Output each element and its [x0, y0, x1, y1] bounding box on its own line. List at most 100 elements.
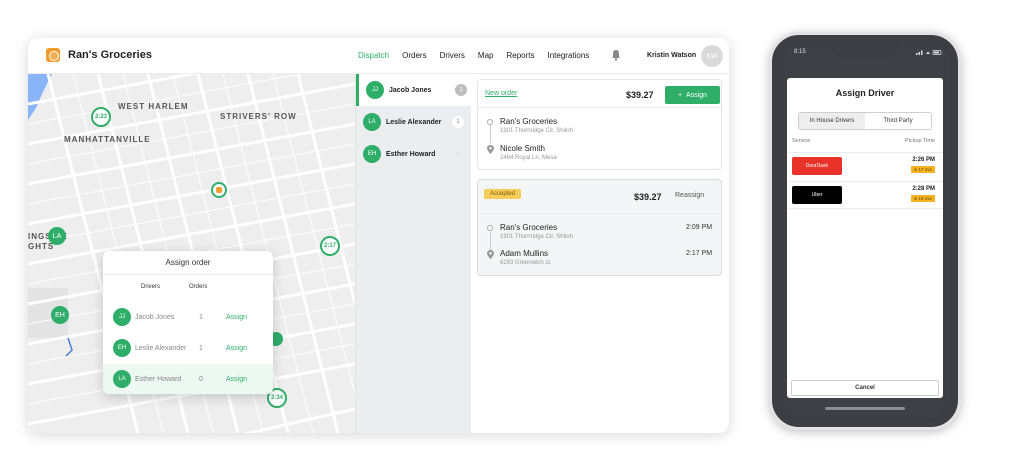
new-order-link[interactable]: New order [485, 90, 517, 97]
phone-screen: 8:15 Assign Driver In House Drivers Thir… [780, 43, 950, 419]
order-count-badge: 1 [456, 151, 460, 157]
home-indicator [825, 407, 905, 410]
driver-order-count: 1 [199, 313, 203, 321]
map-label-ghts: GHTS [28, 242, 55, 251]
map-label-strivers-row: STRIVERS' ROW [220, 112, 297, 121]
assign-driver-row-selected: LA Esther Howard 0 Assign [103, 364, 273, 394]
driver-avatar: LA [363, 113, 381, 131]
phone-notch [832, 43, 898, 57]
nav-map[interactable]: Map [478, 51, 494, 60]
assign-link[interactable]: Assign [226, 314, 247, 321]
orders-panel: New order $39.27 + Assign Ran's Grocerie… [471, 74, 729, 433]
service-row[interactable]: DoorDash 2:26 PM in 17 min [787, 152, 943, 180]
bell-icon[interactable] [611, 49, 621, 61]
assign-driver-modal: Assign Driver In House Drivers Third Par… [787, 78, 943, 398]
map-label-west-harlem: WEST HARLEM [118, 102, 189, 111]
order-card-header: Accepted $39.27 Reassign [478, 180, 721, 214]
location-pin-icon [487, 250, 494, 259]
driver-type-toggle: In House Drivers Third Party [798, 112, 932, 130]
dropoff-stop: Nicole Smith 2464 Royal Ln. Mesa [478, 143, 723, 169]
assign-order-popup: Assign order Drivers Orders JJ Jacob Jon… [103, 251, 273, 394]
service-eta-badge: in 17 min [910, 166, 935, 173]
map-driver-pin[interactable]: LA [48, 227, 66, 245]
dropoff-name: Adam Mullins [500, 249, 549, 258]
location-pin-icon [487, 145, 494, 154]
col-orders: Orders [189, 284, 208, 290]
signal-battery-icon [916, 50, 942, 55]
map-eta-pin[interactable]: 2:17 [320, 236, 340, 256]
dropoff-time: 2:17 PM [686, 250, 713, 257]
service-eta-badge: in 19 min [910, 195, 935, 202]
dropoff-address: 6293 Greenwich st. [500, 260, 552, 266]
map-label-manhattanville: MANHATTANVILLE [64, 135, 151, 144]
dropoff-stop: Adam Mullins 6293 Greenwich st. 2:17 PM [478, 248, 723, 274]
pickup-stop: Ran's Groceries 1901 Thornridge Cir. Shi… [478, 116, 723, 142]
grocery-logo-icon [46, 48, 60, 62]
nav-dispatch[interactable]: Dispatch [358, 51, 389, 60]
order-count-badge: 1 [455, 84, 467, 96]
dropoff-address: 2464 Royal Ln. Mesa [500, 155, 557, 161]
driver-list-item[interactable]: LA Leslie Alexander 1 [356, 106, 472, 138]
nav-drivers[interactable]: Drivers [440, 51, 465, 60]
nav-reports[interactable]: Reports [506, 51, 534, 60]
order-price: $39.27 [634, 192, 662, 202]
nav-orders[interactable]: Orders [402, 51, 426, 60]
map-driver-pin[interactable]: EH [51, 306, 69, 324]
driver-name: Leslie Alexander [135, 344, 187, 352]
brand-name: Ran's Groceries [68, 49, 152, 61]
plus-icon: + [677, 91, 683, 99]
dropoff-name: Nicole Smith [500, 144, 545, 153]
service-row[interactable]: Uber 2:28 PM in 19 min [787, 181, 943, 209]
map-view[interactable]: WEST HARLEM STRIVERS' ROW MANHATTANVILLE… [28, 74, 355, 433]
status-badge: Accepted [484, 189, 522, 199]
assign-button[interactable]: + Assign [665, 86, 720, 104]
brand[interactable]: Ran's Groceries [46, 48, 152, 62]
assign-button-label: Assign [686, 91, 708, 99]
driver-list-item[interactable]: EH Esther Howard 1 [356, 138, 472, 170]
store-location-pin[interactable] [211, 182, 227, 198]
service-pickup-time: 2:28 PM [912, 186, 935, 192]
col-service: Service [792, 138, 811, 144]
order-price: $39.27 [626, 90, 654, 100]
driver-name: Esther Howard [386, 150, 436, 158]
pickup-time: 2:09 PM [686, 224, 713, 231]
user-name[interactable]: Kristin Watson [647, 52, 696, 59]
modal-title: Assign Driver [835, 88, 895, 98]
status-time: 8:15 [794, 49, 806, 55]
cancel-button[interactable]: Cancel [791, 380, 939, 396]
pickup-stop: Ran's Groceries 1901 Thornridge Cir. Shi… [478, 222, 723, 248]
driver-avatar: LA [113, 370, 131, 388]
pickup-dot-icon [487, 225, 493, 231]
driver-avatar: JJ [113, 308, 131, 326]
map-eta-pin[interactable]: 2:23 [91, 107, 111, 127]
order-card-accepted: Accepted $39.27 Reassign Ran's Groceries… [477, 179, 722, 276]
driver-avatar: EH [363, 145, 381, 163]
driver-order-count: 0 [199, 375, 203, 383]
reassign-button[interactable]: Reassign [675, 192, 704, 199]
assign-link[interactable]: Assign [226, 376, 247, 383]
order-card-header: New order $39.27 + Assign [478, 80, 721, 108]
main-nav: Dispatch Orders Drivers Map Reports Inte… [358, 51, 589, 60]
assign-driver-row: JJ Jacob Jones 1 Assign [103, 302, 273, 332]
driver-list-item[interactable]: JJ Jacob Jones 1 [356, 74, 472, 106]
assign-driver-row: EH Leslie Alexander 1 Assign [103, 333, 273, 363]
assign-link[interactable]: Assign [226, 345, 247, 352]
tab-in-house-drivers[interactable]: In House Drivers [799, 113, 865, 129]
assign-order-title: Assign order [103, 251, 273, 275]
driver-name: Jacob Jones [135, 313, 175, 321]
driver-order-count: 1 [199, 344, 203, 352]
service-pickup-time: 2:26 PM [912, 157, 935, 163]
nav-integrations[interactable]: Integrations [548, 51, 590, 60]
user-avatar[interactable]: KW [701, 45, 723, 67]
phone-mockup: 8:15 Assign Driver In House Drivers Thir… [769, 32, 961, 430]
tab-third-party[interactable]: Third Party [865, 113, 931, 129]
screenshot-stage: Ran's Groceries Dispatch Orders Drivers … [0, 0, 1024, 470]
col-drivers: Drivers [141, 284, 160, 290]
col-pickup-time: Pickup Time [905, 138, 935, 144]
top-bar: Ran's Groceries Dispatch Orders Drivers … [28, 38, 729, 74]
doordash-logo: DoorDash [792, 157, 842, 175]
pickup-address: 1901 Thornridge Cir. Shiloh [500, 234, 573, 240]
pickup-name: Ran's Groceries [500, 117, 558, 126]
driver-avatar: EH [113, 339, 131, 357]
uber-logo: Uber [792, 186, 842, 204]
